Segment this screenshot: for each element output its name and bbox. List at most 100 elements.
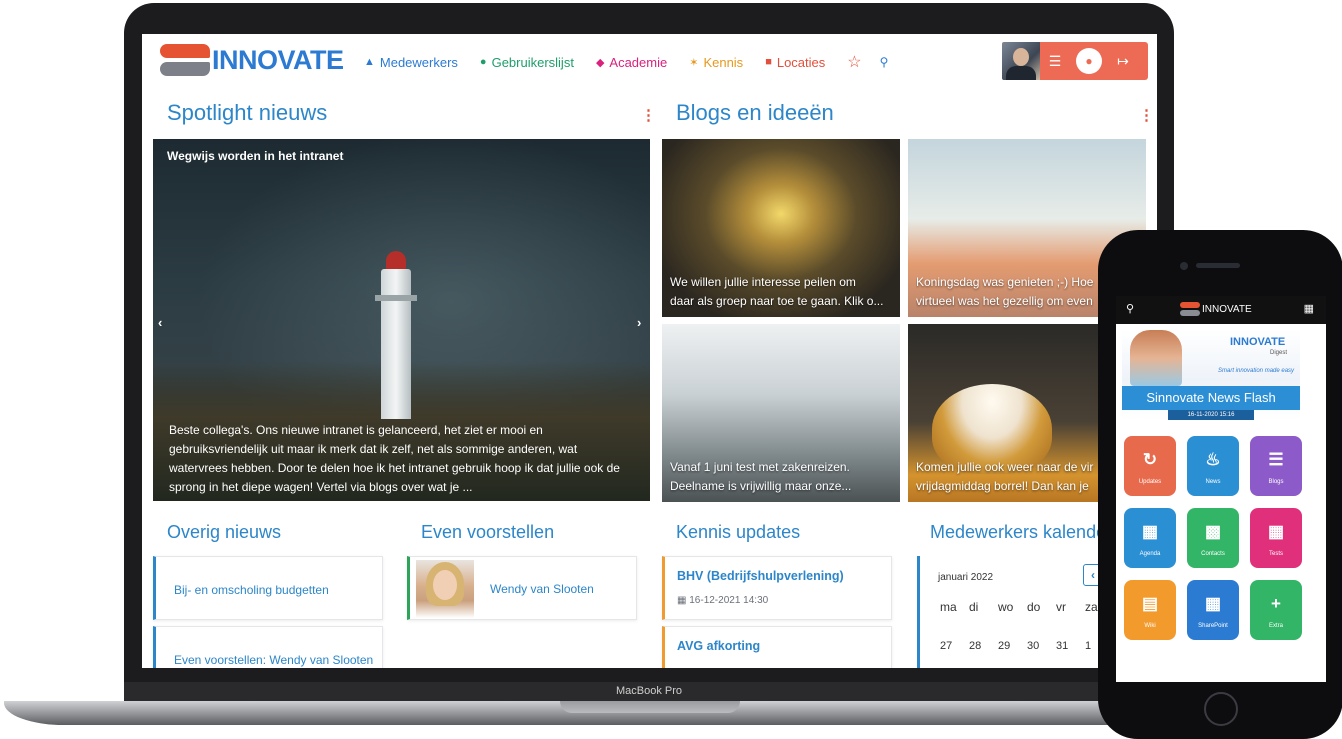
phone-camera (1180, 262, 1188, 270)
phone-logo: INNOVATE (1180, 302, 1252, 316)
app-sharepoint[interactable]: ▦ SharePoint (1187, 580, 1239, 640)
phone-brand: INNOVATE (1202, 303, 1252, 315)
nav-employees-label: Medewerkers (379, 54, 458, 70)
blogs-more-icon[interactable]: ⋮ (1139, 106, 1154, 124)
laptop-notch (560, 701, 740, 713)
calendar-weekday: do (1027, 600, 1041, 614)
calendar-title: Medewerkers kalender (930, 522, 1113, 542)
calendar-day[interactable]: 30 (1027, 640, 1056, 652)
calendar-day[interactable]: 27 (940, 640, 969, 652)
other-news-title: Overig nieuws (167, 522, 282, 542)
search-icon[interactable]: ⚲ (1126, 302, 1134, 315)
favorites-star-icon[interactable]: ☆ (847, 52, 861, 72)
calendar-weekday: vr (1056, 600, 1066, 614)
calendar-day[interactable]: 29 (998, 640, 1027, 652)
app-contacts[interactable]: ▩ Contacts (1187, 508, 1239, 568)
banner-date: 16-11-2020 15:16 (1168, 410, 1254, 420)
avatar[interactable] (1002, 42, 1040, 80)
app-header: INNOVATE ▲ Medewerkers ● Gebruikerslijst ◆… (142, 34, 1157, 88)
nav-locations-label: Locaties (776, 54, 826, 70)
update-title: BHV (Bedrijfshulpverlening) (677, 569, 844, 583)
carousel-next-icon[interactable]: › (637, 315, 641, 330)
lighthouse-image (386, 251, 406, 269)
app-updates[interactable]: ↻ Updates (1124, 436, 1176, 496)
contact-card-icon: ▩ (1204, 522, 1222, 541)
nav-academy[interactable]: ◆ Academie (596, 52, 667, 72)
phone-home-button[interactable] (1204, 692, 1238, 726)
blog-caption: daar als groep naar toe te gaan. Klik o.… (670, 294, 884, 308)
news-flash-banner[interactable]: INNOVATE Digest Smart innovation made ea… (1122, 330, 1300, 420)
menu-icon[interactable]: ☰ (1040, 53, 1070, 70)
spotlight-item-text: Beste collega's. Ons nieuwe intranet is … (169, 423, 620, 494)
app-label: Wiki (1144, 623, 1156, 629)
news-link: Even voorstellen: Wendy van Slooten (174, 653, 374, 667)
nav-knowledge-label: Kennis (703, 54, 744, 70)
nav-locations[interactable]: ■ Locaties (765, 52, 825, 72)
spotlight-carousel[interactable]: Wegwijs worden in het intranet ‹ › Beste… (153, 139, 650, 501)
calendar-icon: ▦ (677, 595, 690, 606)
logo-mark-icon (160, 42, 210, 78)
avatar (416, 560, 474, 618)
calendar-day[interactable]: 28 (969, 640, 998, 652)
device-mockup: INNOVATE ▲ Medewerkers ● Gebruikerslijst ◆… (0, 0, 1342, 739)
introductions-title: Even voorstellen (421, 522, 555, 542)
laptop-label: MacBook Pro (615, 685, 683, 697)
user-icon: ● (479, 56, 487, 68)
building-icon: ■ (765, 56, 772, 68)
phone-screen: ⚲ INNOVATE ▦ INNOVATE Digest Smart innov… (1116, 296, 1326, 682)
app-agenda[interactable]: ▦ Agenda (1124, 508, 1176, 568)
nav-employees[interactable]: ▲ Medewerkers (364, 52, 458, 72)
list-item[interactable]: Bij- en omscholing budgetten (153, 556, 383, 620)
banner-tagline: Smart innovation made easy (1218, 368, 1295, 374)
bell-icon[interactable]: ● (1076, 48, 1102, 74)
bar-chart-icon: ▦ (1267, 522, 1285, 541)
calendar-dates: 27 28 29 30 31 1 (940, 640, 1114, 652)
calendar-weekday: ma (940, 600, 957, 614)
lines-icon: ☰ (1268, 450, 1284, 469)
list-item[interactable]: AVG afkorting (662, 626, 892, 668)
calendar-day[interactable]: 31 (1056, 640, 1085, 652)
logo-mark-icon (1180, 302, 1200, 316)
app-news[interactable]: ♨ News (1187, 436, 1239, 496)
person-name: Wendy van Slooten (490, 582, 594, 596)
phone-speaker (1196, 263, 1240, 268)
brand-logo[interactable]: INNOVATE (160, 42, 344, 78)
app-wiki[interactable]: ▤ Wiki (1124, 580, 1176, 640)
blogs-title: Blogs en ideeën (676, 100, 834, 125)
graduation-cap-icon: ◆ (595, 56, 605, 69)
laptop-screen: INNOVATE ▲ Medewerkers ● Gebruikerslijst ◆… (142, 34, 1157, 668)
blog-tile[interactable]: We willen jullie interesse peilen om daar… (662, 139, 900, 317)
document-icon: ▤ (1141, 594, 1159, 613)
list-item[interactable]: Even voorstellen: Wendy van Slooten (153, 626, 383, 668)
search-icon[interactable]: ⚲ (880, 52, 889, 72)
laptop-chin: MacBook Pro (124, 682, 1174, 702)
flame-icon: ♨ (1205, 450, 1221, 469)
spotlight-title: Spotlight nieuws (167, 100, 328, 125)
list-item[interactable]: BHV (Bedrijfshulpverlening) ▦ 16-12-2021… (662, 556, 892, 620)
nav-academy-label: Academie (609, 54, 668, 70)
app-tests[interactable]: ▦ Tests (1250, 508, 1302, 568)
blog-tile[interactable]: Vanaf 1 juni test met zakenreizen. Deelna… (662, 324, 900, 502)
home-icon: ▲ (364, 56, 375, 68)
banner-image (1130, 330, 1182, 386)
carousel-prev-icon[interactable]: ‹ (158, 315, 162, 330)
grid-icon[interactable]: ▦ (1304, 302, 1314, 315)
spotlight-more-icon[interactable]: ⋮ (641, 106, 656, 124)
nav-knowledge[interactable]: ✶ Kennis (689, 52, 743, 72)
app-label: Agenda (1139, 551, 1161, 557)
app-extra[interactable]: + Extra (1250, 580, 1302, 640)
calendar-weekday: wo (998, 600, 1014, 614)
list-item[interactable]: Wendy van Slooten (407, 556, 637, 620)
spotlight-item-title: Wegwijs worden in het intranet (167, 149, 344, 163)
app-label: Contacts (1201, 551, 1225, 557)
blog-caption: We willen jullie interesse peilen om (670, 275, 856, 289)
app-blogs[interactable]: ☰ Blogs (1250, 436, 1302, 496)
logout-icon[interactable]: ↦ (1108, 53, 1138, 70)
nav-users[interactable]: ● Gebruikerslijst (480, 52, 574, 72)
news-link: Bij- en omscholing budgetten (174, 583, 329, 597)
brand-name: INNOVATE (212, 44, 344, 75)
banner-title: Sinnovate News Flash (1122, 386, 1300, 410)
app-label: News (1205, 479, 1221, 485)
bar-chart-icon: ▦ (1204, 594, 1222, 613)
update-date: 16-12-2021 14:30 (689, 595, 769, 606)
